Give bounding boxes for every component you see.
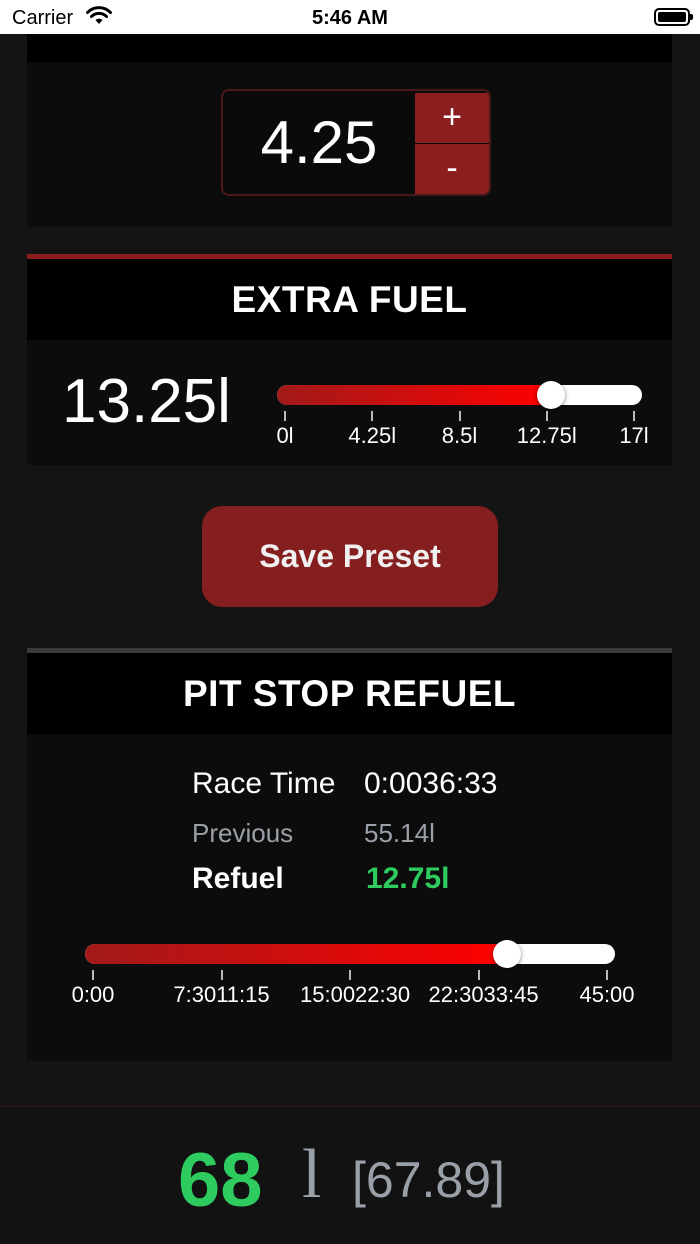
status-bar: Carrier 5:46 AM [0, 0, 700, 34]
slider-track[interactable] [85, 944, 615, 964]
slider-track[interactable] [277, 385, 642, 405]
slider-tick-label: 45:00 [579, 982, 635, 1007]
status-time: 5:46 AM [312, 7, 388, 29]
race-time-label: Race Time [192, 767, 336, 800]
total-fuel-unit: l [302, 1136, 322, 1213]
extra-fuel-value: 13.25l [62, 367, 231, 436]
extra-fuel-title: EXTRA FUEL [27, 259, 672, 340]
slider-tick-label: 8.5l [441, 423, 478, 448]
slider-tick [349, 970, 351, 980]
slider-tick [220, 970, 223, 980]
slider-tick-label: 17l [619, 423, 649, 448]
slider-tick-label: 0l [276, 423, 294, 448]
slider-tick [545, 411, 548, 421]
refuel-value: 12.75l [366, 862, 450, 895]
pit-stop-refuel-card [27, 734, 672, 1061]
slider-tick [633, 411, 635, 421]
slider-tick [606, 970, 608, 980]
slider-tick [458, 411, 461, 421]
slider-tick-label: 4.25l [348, 423, 397, 448]
fuel-total-footer: 68 l [67.89] [0, 1107, 700, 1244]
slider-tick-label: 15:0022:30 [300, 982, 411, 1007]
fuel-per-lap-header [27, 34, 672, 62]
increment-button[interactable]: + [415, 93, 489, 143]
slider-tick [371, 411, 374, 421]
refuel-label: Refuel [192, 862, 284, 895]
fuel-per-lap-stepper[interactable]: 4.25 + - [221, 89, 491, 196]
slider-thumb[interactable] [536, 381, 565, 409]
slider-tick [477, 970, 480, 980]
save-preset-button[interactable]: Save Preset [202, 506, 498, 607]
race-time-value: 0:0036:33 [364, 767, 498, 800]
slider-tick-label: 12.75l [516, 423, 577, 448]
previous-value: 55.14l [364, 818, 435, 848]
decrement-button[interactable]: - [415, 144, 489, 194]
slider-tick-label: 7:3011:15 [173, 982, 270, 1007]
slider-fill [85, 944, 508, 964]
slider-tick-label: 22:3033:45 [428, 982, 539, 1007]
slider-tick-label: 0:00 [71, 982, 115, 1007]
slider-fill [277, 385, 551, 405]
exact-fuel-value: [67.89] [352, 1152, 505, 1208]
previous-label: Previous [192, 818, 294, 848]
slider-tick [284, 411, 286, 421]
battery-icon [654, 8, 693, 26]
pit-stop-refuel-title: PIT STOP REFUEL [27, 653, 672, 734]
slider-tick [92, 970, 94, 980]
fuel-per-lap-value: 4.25 [260, 109, 378, 176]
total-fuel-value: 68 [178, 1138, 263, 1223]
